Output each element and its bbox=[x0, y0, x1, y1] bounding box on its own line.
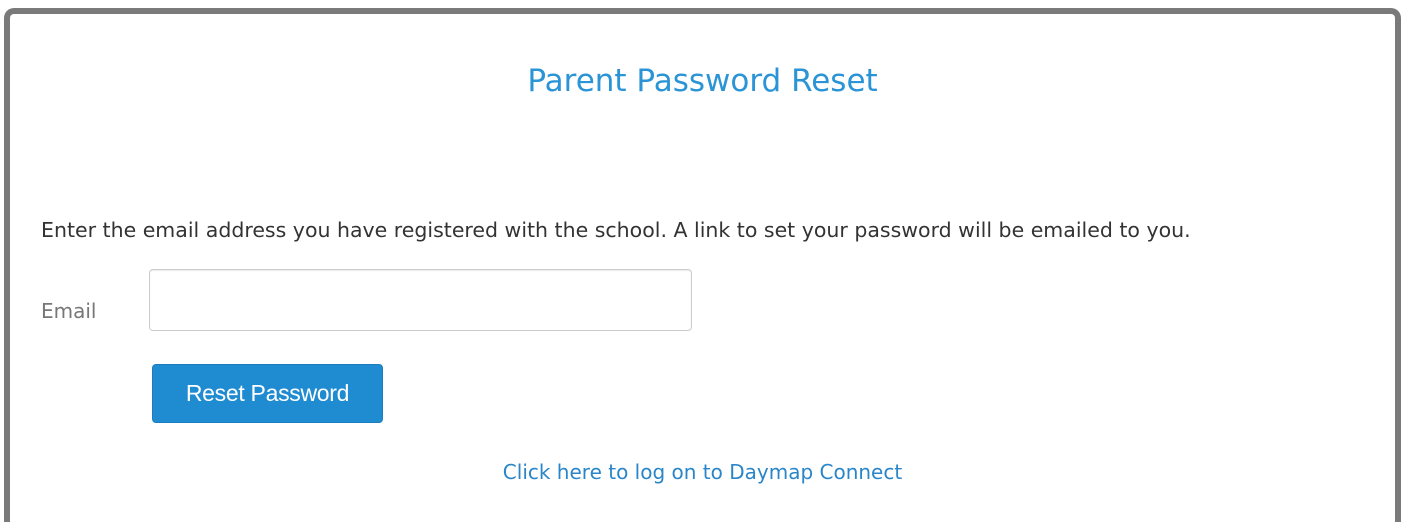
password-reset-panel: Parent Password Reset Enter the email ad… bbox=[4, 8, 1401, 522]
reset-password-button[interactable]: Reset Password bbox=[152, 364, 383, 423]
instructions-text: Enter the email address you have registe… bbox=[41, 218, 1191, 242]
email-field[interactable] bbox=[149, 269, 692, 331]
daymap-connect-logon-link[interactable]: Click here to log on to Daymap Connect bbox=[10, 458, 1395, 486]
email-label: Email bbox=[41, 299, 97, 323]
page-title: Parent Password Reset bbox=[527, 63, 878, 99]
